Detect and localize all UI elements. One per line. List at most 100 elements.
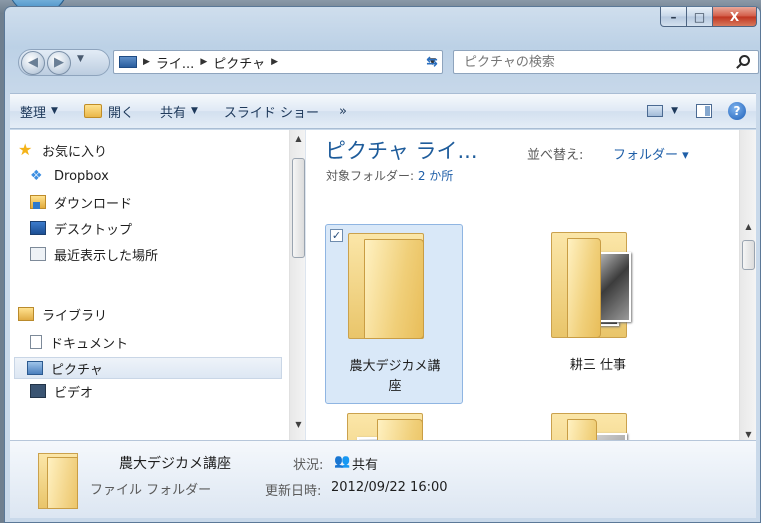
nav-item-recent-places[interactable]: 最近表示した場所 <box>18 243 158 265</box>
open-label: 開く <box>107 105 134 121</box>
address-bar[interactable]: ▶ ライ... ▶ ピクチャ ▶ ▼ <box>113 50 443 74</box>
chevron-down-icon: ▼ <box>190 106 198 116</box>
nav-item-libraries[interactable]: ライブラリ <box>18 303 107 325</box>
details-item-type: ファイル フォルダー <box>90 483 212 498</box>
details-status-value: 共有 <box>352 458 379 473</box>
scrollbar-thumb[interactable] <box>292 158 305 258</box>
breadcrumb-libraries[interactable]: ライ... <box>156 53 194 72</box>
minimize-button[interactable]: – <box>660 7 687 27</box>
nav-label-downloads: ダウンロード <box>54 196 133 212</box>
nav-item-documents[interactable]: ドキュメント <box>18 331 128 353</box>
folder-item-partial[interactable] <box>325 405 463 440</box>
nav-label-favorites: お気に入り <box>42 144 108 160</box>
folder-icon <box>347 413 423 440</box>
breadcrumb-separator-icon[interactable]: ▶ <box>143 57 150 67</box>
folder-item[interactable]: 耕三 仕事 <box>529 224 667 404</box>
view-options-chevron-down-icon[interactable]: ▼ <box>671 106 678 116</box>
folder-icon <box>551 413 627 440</box>
slideshow-button[interactable]: スライド ショー <box>208 102 329 121</box>
preview-pane-icon[interactable] <box>696 104 712 118</box>
file-pane-scrollbar[interactable]: ▲ ▼ <box>739 130 756 440</box>
nav-label-videos: ビデオ <box>54 385 94 399</box>
scroll-down-icon[interactable]: ▼ <box>740 430 756 439</box>
recent-pages-chevron-down-icon[interactable]: ▼ <box>77 54 84 64</box>
nav-item-videos[interactable]: ビデオ <box>18 384 93 398</box>
share-menu[interactable]: 共有 ▼ <box>144 102 208 121</box>
refresh-icon[interactable]: ⇆ <box>419 50 445 74</box>
slideshow-label: スライド ショー <box>223 105 320 121</box>
folder-icon <box>348 233 424 339</box>
back-arrow-icon[interactable]: ◀ <box>21 51 45 75</box>
organize-menu[interactable]: 整理 ▼ <box>10 102 68 121</box>
documents-icon <box>30 335 42 349</box>
command-bar: 整理 ▼ 開く 共有 ▼ スライド ショー » ▼ ? <box>10 93 756 129</box>
nav-label-pictures: ピクチャ <box>51 362 103 378</box>
nav-label-dropbox: Dropbox <box>54 168 109 184</box>
folder-name: 耕三 仕事 <box>569 358 627 373</box>
close-button[interactable]: X <box>713 7 757 27</box>
share-label: 共有 <box>159 105 186 121</box>
navigation-pane: ★ お気に入り ❖ Dropbox ダウンロード デスクトップ 最近表示した場所 <box>10 130 306 440</box>
search-icon[interactable] <box>739 55 750 66</box>
scroll-up-icon[interactable]: ▲ <box>740 222 756 231</box>
nav-item-favorites[interactable]: ★ お気に入り <box>18 139 107 161</box>
folder-item[interactable]: ✓ 農大デジカメ講座 <box>325 224 463 404</box>
breadcrumb-separator-icon[interactable]: ▶ <box>271 57 278 67</box>
sort-label: 並べ替え: <box>527 148 584 163</box>
folder-with-photos-icon <box>551 232 631 338</box>
videos-icon <box>30 384 46 398</box>
nav-item-dropbox[interactable]: ❖ Dropbox <box>18 165 109 187</box>
desktop-icon <box>30 221 46 235</box>
open-folder-icon <box>83 104 102 118</box>
help-icon[interactable]: ? <box>728 102 746 120</box>
library-subtitle-label: 対象フォルダー: <box>326 169 418 183</box>
scroll-up-icon[interactable]: ▲ <box>290 134 305 143</box>
nav-item-desktop[interactable]: デスクトップ <box>18 217 132 239</box>
maximize-button[interactable]: □ <box>687 7 713 27</box>
nav-label-documents: ドキュメント <box>50 336 129 352</box>
open-button[interactable]: 開く <box>68 102 144 121</box>
dropbox-icon: ❖ <box>30 168 43 184</box>
library-title: ピクチャ ライ... <box>325 139 478 163</box>
file-list-pane: ピクチャ ライ... 対象フォルダー: 2 か所 並べ替え: フォルダー ▾ ✓… <box>307 130 756 440</box>
breadcrumb-separator-icon[interactable]: ▶ <box>200 57 207 67</box>
nav-item-pictures[interactable]: ピクチャ <box>14 357 282 379</box>
search-box[interactable] <box>453 50 759 74</box>
search-input[interactable] <box>464 51 734 73</box>
selection-checkbox[interactable]: ✓ <box>330 229 343 242</box>
folder-name: 農大デジカメ講座 <box>349 359 441 394</box>
details-modified-value: 2012/09/22 16:00 <box>331 480 448 495</box>
downloads-folder-icon <box>30 195 46 209</box>
nav-label-recent: 最近表示した場所 <box>54 248 159 264</box>
details-status-label: 状況: <box>293 458 324 473</box>
folder-item-partial[interactable] <box>529 405 667 440</box>
more-commands-button[interactable]: » <box>329 104 357 119</box>
shared-users-icon: 👥 <box>334 454 351 469</box>
scroll-down-icon[interactable]: ▼ <box>290 420 305 429</box>
library-pictures-icon <box>119 56 137 68</box>
folder-icon <box>38 453 78 509</box>
explorer-window: – □ X ◀ ▶ ▼ ▶ ライ... ▶ ピクチャ ▶ ▼ ⇆ 整理 ▼ <box>4 6 761 523</box>
caption-buttons: – □ X <box>660 7 757 27</box>
address-row: ◀ ▶ ▼ ▶ ライ... ▶ ピクチャ ▶ ▼ ⇆ <box>5 41 760 77</box>
forward-arrow-icon[interactable]: ▶ <box>47 51 71 75</box>
breadcrumb-pictures[interactable]: ピクチャ <box>213 53 265 72</box>
details-modified-label: 更新日時: <box>265 484 322 499</box>
sort-by-dropdown[interactable]: フォルダー ▾ <box>613 144 689 163</box>
organize-label: 整理 <box>20 105 47 121</box>
change-view-icon[interactable] <box>647 105 664 117</box>
nav-pane-scrollbar[interactable]: ▲ ▼ <box>289 130 305 440</box>
libraries-icon <box>18 307 34 321</box>
library-locations-link[interactable]: 2 か所 <box>418 169 453 183</box>
navigation-buttons: ◀ ▶ ▼ <box>18 49 110 76</box>
nav-item-downloads[interactable]: ダウンロード <box>18 191 132 213</box>
nav-label-desktop: デスクトップ <box>54 222 133 238</box>
recent-places-icon <box>30 247 46 261</box>
details-pane: 農大デジカメ講座 ファイル フォルダー 状況: 👥 共有 更新日時: 2012/… <box>10 440 756 518</box>
pictures-icon <box>27 361 43 375</box>
scrollbar-thumb[interactable] <box>742 240 755 270</box>
library-subtitle: 対象フォルダー: 2 か所 <box>326 167 453 184</box>
chevron-down-icon: ▼ <box>51 106 58 116</box>
details-item-name: 農大デジカメ講座 <box>119 456 231 472</box>
content-area: ★ お気に入り ❖ Dropbox ダウンロード デスクトップ 最近表示した場所 <box>10 130 756 440</box>
